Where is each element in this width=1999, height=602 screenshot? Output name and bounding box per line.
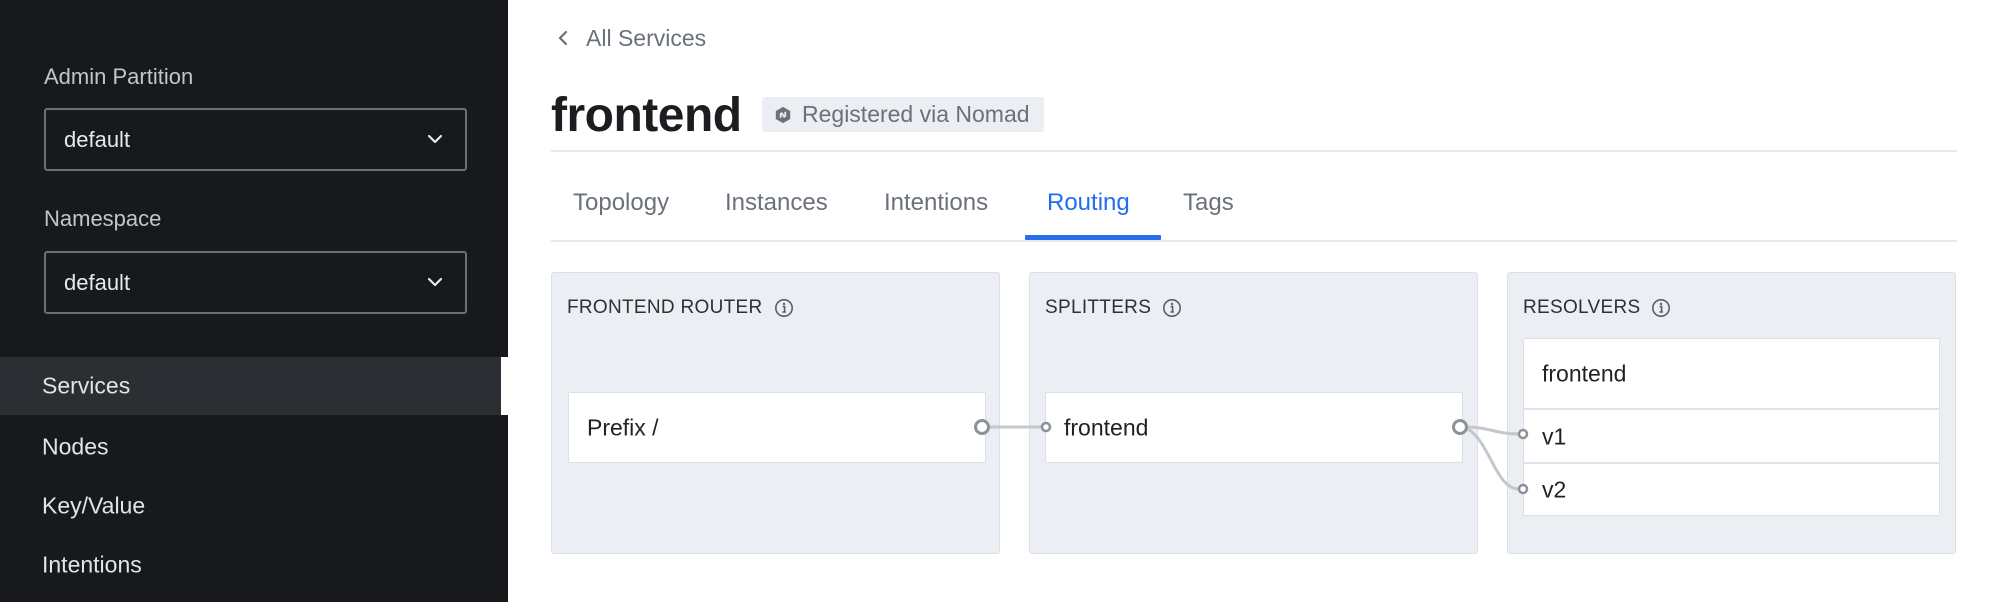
sidebar-item-intentions[interactable]: Intentions (0, 536, 508, 594)
sidebar-item-label: Key/Value (42, 492, 146, 519)
chevron-down-icon (427, 277, 443, 286)
sidebar-item-key-value[interactable]: Key/Value (0, 477, 508, 535)
splitter-label: frontend (1064, 414, 1149, 440)
resolver-name: frontend (1542, 360, 1627, 387)
resolvers-card: RESOLVERS frontend v1 v2 (1507, 272, 1956, 554)
sidebar-item-label: Nodes (42, 433, 109, 460)
admin-partition-select[interactable]: default (44, 108, 467, 171)
sidebar: Admin Partition default Namespace defaul… (0, 0, 508, 602)
info-icon[interactable] (1162, 298, 1182, 318)
chevron-down-icon (427, 134, 443, 143)
resolvers-heading: RESOLVERS (1523, 297, 1671, 319)
sidebar-item-services[interactable]: Services (0, 357, 501, 415)
tab-routing[interactable]: Routing (1047, 178, 1130, 228)
tab-intentions[interactable]: Intentions (884, 178, 988, 228)
namespace-select[interactable]: default (44, 251, 467, 314)
tabs-divider (551, 240, 1957, 242)
tab-tags[interactable]: Tags (1183, 178, 1234, 228)
chevron-left-icon (558, 30, 568, 46)
router-heading: FRONTEND ROUTER (567, 297, 794, 319)
registered-via-badge: Registered via Nomad (762, 97, 1044, 132)
breadcrumb-label: All Services (586, 24, 707, 51)
splitters-card: SPLITTERS frontend (1029, 272, 1478, 554)
sidebar-item-label: Intentions (42, 551, 142, 578)
resolver-subset-label: v2 (1542, 476, 1567, 503)
resolver-name-row: frontend (1524, 339, 1939, 409)
router-heading-label: FRONTEND ROUTER (567, 297, 763, 318)
sidebar-item-nodes[interactable]: Nodes (0, 418, 508, 476)
sidebar-item-label: Services (42, 372, 131, 399)
namespace-value: default (64, 269, 131, 295)
route-node[interactable]: Prefix / (568, 392, 986, 463)
header-divider (551, 150, 1957, 152)
info-icon[interactable] (774, 298, 794, 318)
tab-topology[interactable]: Topology (573, 178, 669, 228)
resolver-node[interactable]: frontend v1 v2 (1523, 338, 1940, 516)
resolver-subset-label: v1 (1542, 423, 1567, 449)
router-card: FRONTEND ROUTER Prefix / (551, 272, 1000, 554)
page-title: frontend (551, 89, 742, 142)
admin-partition-label: Admin Partition (44, 64, 194, 89)
resolver-subset-row[interactable]: v2 (1524, 462, 1939, 516)
splitters-heading-label: SPLITTERS (1045, 297, 1152, 318)
active-item-indicator (501, 357, 508, 415)
namespace-label: Namespace (44, 206, 162, 231)
tab-instances[interactable]: Instances (725, 178, 828, 228)
splitter-node[interactable]: frontend (1045, 392, 1463, 463)
admin-partition-value: default (64, 126, 131, 152)
info-icon[interactable] (1651, 298, 1671, 318)
badge-label: Registered via Nomad (802, 101, 1030, 127)
splitters-heading: SPLITTERS (1045, 297, 1182, 319)
nomad-icon (775, 106, 791, 123)
resolvers-heading-label: RESOLVERS (1523, 297, 1641, 318)
resolver-subset-row[interactable]: v1 (1524, 408, 1939, 463)
route-label: Prefix / (587, 414, 659, 440)
breadcrumb-all-services[interactable]: All Services (556, 22, 706, 54)
